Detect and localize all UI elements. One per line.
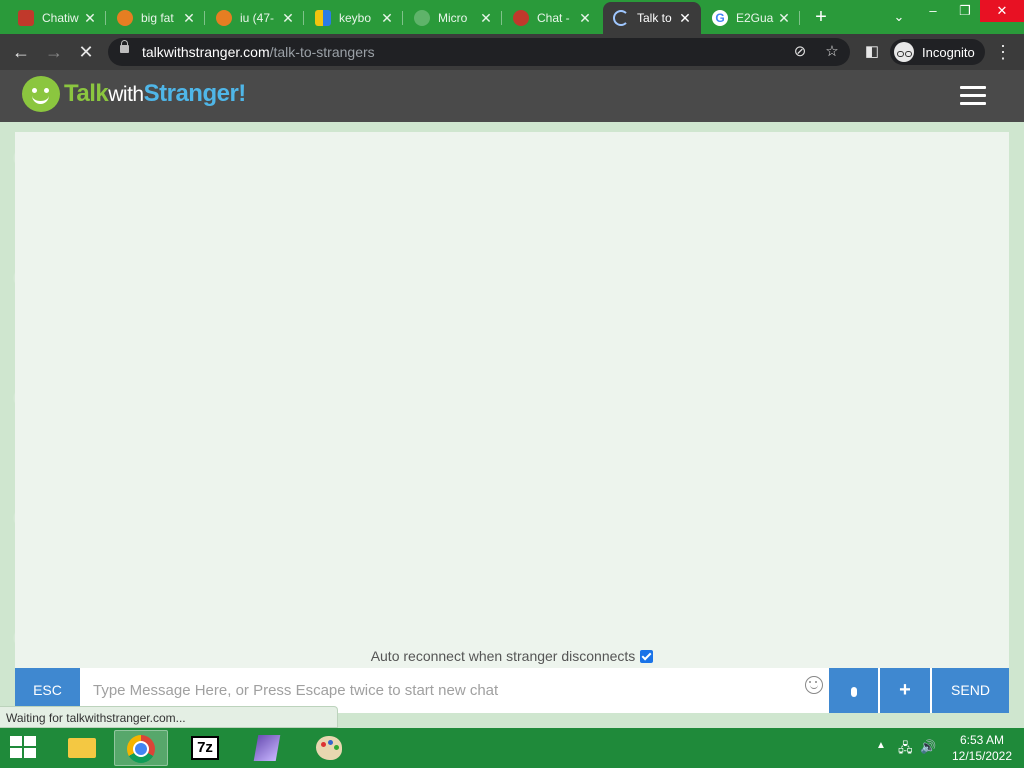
hamburger-menu-icon[interactable] xyxy=(960,86,986,106)
incognito-label: Incognito xyxy=(922,44,975,60)
url-path: /talk-to-strangers xyxy=(269,44,375,60)
site-favicon-icon xyxy=(216,10,232,26)
browser-tab-active[interactable]: Talk to ✕ xyxy=(603,2,701,34)
windows-taskbar: 7z ▲ 🖧 🔊 6:53 AM 12/15/2022 xyxy=(0,728,1024,768)
url-domain: talkwithstranger.com xyxy=(142,44,270,60)
shopping-bag-favicon-icon xyxy=(315,10,331,26)
taskbar-clock[interactable]: 6:53 AM 12/15/2022 xyxy=(944,732,1020,764)
browser-tab-strip: Chatiw ✕ big fat ✕ iu (47- ✕ keybo ✕ Mic… xyxy=(0,0,1024,34)
auto-reconnect-toggle[interactable]: Auto reconnect when stranger disconnects xyxy=(371,648,654,664)
clock-time: 6:53 AM xyxy=(959,733,1005,747)
paint-palette-icon xyxy=(316,736,342,760)
tab-label: E2Gua xyxy=(736,11,774,25)
windows-start-button[interactable] xyxy=(10,736,38,760)
more-menu-icon[interactable]: ⋮ xyxy=(994,40,1012,64)
folder-icon xyxy=(68,738,96,758)
emoji-smiley-icon[interactable] xyxy=(805,676,823,694)
logo-text-with: with xyxy=(108,83,144,106)
minimize-icon[interactable]: – xyxy=(918,0,948,22)
browser-tab[interactable]: iu (47- ✕ xyxy=(206,4,304,32)
close-icon[interactable]: ✕ xyxy=(478,10,494,27)
chrome-taskbar-button[interactable] xyxy=(114,730,168,766)
site-favicon-icon xyxy=(117,10,133,26)
tab-label: Talk to xyxy=(637,11,672,25)
logo-text-stranger: Stranger! xyxy=(143,80,247,107)
close-icon[interactable]: ✕ xyxy=(677,10,693,27)
file-explorer-taskbar-button[interactable] xyxy=(54,730,108,766)
close-icon[interactable]: ✕ xyxy=(379,10,395,27)
auto-reconnect-checkbox[interactable] xyxy=(640,649,654,663)
7zip-icon: 7z xyxy=(191,736,219,760)
tab-label: Chatiw xyxy=(42,11,79,25)
new-tab-plus-icon[interactable]: + xyxy=(810,7,832,29)
site-favicon-icon xyxy=(513,10,529,26)
chat-messages-panel xyxy=(15,132,1009,668)
globe-favicon-icon xyxy=(414,10,430,26)
paint-taskbar-button[interactable] xyxy=(302,730,356,766)
site-logo[interactable]: TalkwithStranger! xyxy=(22,76,246,112)
tab-label: Micro xyxy=(438,11,468,25)
logo-text-talk: Talk xyxy=(64,80,109,107)
forward-arrow-icon[interactable]: → xyxy=(42,40,66,64)
send-button[interactable]: SEND xyxy=(932,668,1009,713)
site-header: TalkwithStranger! xyxy=(0,70,1024,122)
eye-off-icon[interactable]: ⊘ xyxy=(790,42,810,62)
tab-label: big fat xyxy=(141,11,174,25)
volume-icon[interactable]: 🔊 xyxy=(920,739,936,768)
browser-tab[interactable]: big fat ✕ xyxy=(107,4,205,32)
incognito-icon xyxy=(894,42,914,62)
tab-label: iu (47- xyxy=(240,11,275,25)
7zip-taskbar-button[interactable]: 7z xyxy=(178,730,232,766)
clock-date: 12/15/2022 xyxy=(951,749,1013,763)
close-icon[interactable]: ✕ xyxy=(280,10,296,27)
app-icon xyxy=(253,735,281,761)
side-panel-icon[interactable]: ◧ xyxy=(860,40,884,64)
star-bookmark-icon[interactable]: ☆ xyxy=(822,42,842,62)
show-hidden-icons-chevron-icon[interactable]: ▲ xyxy=(876,740,886,768)
close-icon[interactable]: ✕ xyxy=(776,10,792,27)
chrome-icon xyxy=(127,735,155,763)
back-arrow-icon[interactable]: ← xyxy=(9,40,33,64)
logo-text: TalkwithStranger! xyxy=(64,80,246,108)
loading-spinner-icon xyxy=(613,10,629,26)
browser-tab[interactable]: Micro ✕ xyxy=(404,4,502,32)
network-icon[interactable]: 🖧 xyxy=(898,739,913,768)
browser-toolbar: ← → ✕ talkwithstranger.com/talk-to-stran… xyxy=(0,34,1024,70)
browser-status-bubble: Waiting for talkwithstranger.com... xyxy=(0,706,338,728)
tab-search-chevron-icon[interactable]: ⌄ xyxy=(888,6,910,28)
tab-label: keybo xyxy=(339,11,372,25)
google-favicon-icon: G xyxy=(712,10,728,26)
app-taskbar-button[interactable] xyxy=(240,730,294,766)
close-icon[interactable]: ✕ xyxy=(577,10,593,27)
smiley-chat-bubble-icon xyxy=(22,76,60,112)
microphone-icon xyxy=(850,687,857,697)
microphone-button[interactable] xyxy=(829,668,878,713)
window-close-icon[interactable]: ✕ xyxy=(980,0,1024,22)
close-icon[interactable]: ✕ xyxy=(82,10,98,27)
auto-reconnect-row: Auto reconnect when stranger disconnects xyxy=(0,648,1024,664)
browser-tab[interactable]: Chat - ✕ xyxy=(503,4,601,32)
chatiw-favicon-icon xyxy=(18,10,34,26)
url-text[interactable]: talkwithstranger.com/talk-to-strangers xyxy=(142,44,375,60)
browser-tab[interactable]: keybo ✕ xyxy=(305,4,403,32)
browser-tab[interactable]: G E2Gua ✕ xyxy=(702,4,800,32)
tab-label: Chat - xyxy=(537,11,570,25)
lock-icon xyxy=(120,40,129,53)
address-bar[interactable]: talkwithstranger.com/talk-to-strangers ⊘… xyxy=(108,38,850,66)
incognito-badge[interactable]: Incognito xyxy=(890,39,985,65)
restore-icon[interactable]: ❐ xyxy=(950,0,980,22)
browser-tab[interactable]: Chatiw ✕ xyxy=(8,4,106,32)
stop-loading-icon[interactable]: ✕ xyxy=(74,40,98,64)
windows-logo-icon xyxy=(10,736,22,746)
auto-reconnect-label: Auto reconnect when stranger disconnects xyxy=(370,648,636,664)
close-icon[interactable]: ✕ xyxy=(181,10,197,27)
add-attachment-button[interactable]: + xyxy=(880,668,930,713)
